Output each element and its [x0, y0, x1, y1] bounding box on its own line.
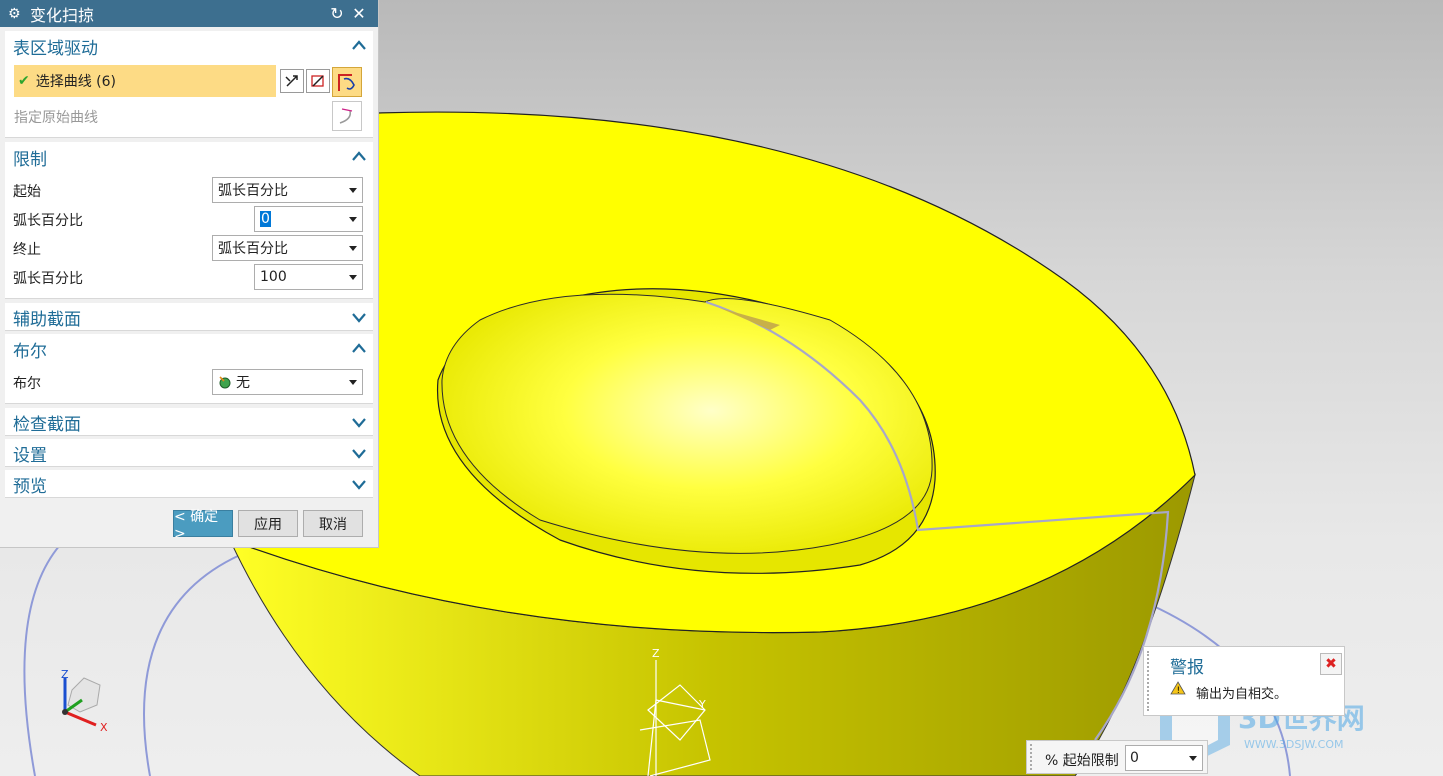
- section-boolean-header[interactable]: 布尔: [5, 334, 373, 364]
- wcs-y-label: Y: [698, 698, 706, 711]
- start-percent-input[interactable]: 0: [254, 206, 363, 232]
- start-percent-value: 0: [260, 211, 271, 227]
- gear-icon: ⚙: [8, 5, 21, 22]
- section-check-section[interactable]: 检查截面: [5, 408, 373, 436]
- end-dropdown[interactable]: 弧长百分比: [212, 235, 363, 261]
- start-limit-input[interactable]: 0: [1125, 745, 1203, 771]
- boolean-dropdown-value: 无: [236, 375, 250, 391]
- chevron-up-icon: [352, 343, 366, 353]
- section-boolean: 布尔 布尔 无: [5, 334, 373, 404]
- section-settings[interactable]: 设置: [5, 439, 373, 467]
- section-limits-title: 限制: [13, 149, 47, 170]
- dialog-titlebar: ⚙ 变化扫掠 ↻ ✕: [0, 0, 378, 27]
- end-percent-label: 弧长百分比: [13, 271, 83, 287]
- status-grip[interactable]: [1030, 744, 1035, 770]
- chevron-up-icon: [352, 151, 366, 161]
- cancel-button[interactable]: 取消: [303, 510, 363, 537]
- alert-title: 警报: [1170, 658, 1204, 678]
- select-curve-label: 选择曲线 (6): [35, 74, 117, 90]
- section-check-section-title: 检查截面: [13, 414, 81, 435]
- section-preview-title: 预览: [13, 476, 47, 497]
- dropdown-arrow-icon: [1189, 756, 1197, 761]
- wcs-z-label: Z: [652, 647, 660, 660]
- start-limit-label: % 起始限制: [1045, 753, 1119, 769]
- dropdown-arrow-icon: [349, 188, 357, 193]
- specify-original-label: 指定原始曲线: [14, 110, 98, 126]
- warning-icon: !: [1170, 681, 1186, 695]
- watermark-url: WWW.3DSJW.COM: [1244, 738, 1344, 751]
- view-triad-x-label: X: [100, 721, 108, 734]
- end-label: 终止: [13, 242, 41, 258]
- section-limits: 限制 起始 弧长百分比 弧长百分比 0 终止 弧长百分比 弧长百分比 100: [5, 142, 373, 299]
- section-limits-header[interactable]: 限制: [5, 142, 373, 172]
- check-icon: ✔: [18, 73, 30, 89]
- section-settings-header[interactable]: 设置: [5, 439, 373, 467]
- chevron-up-icon: [352, 40, 366, 50]
- close-icon[interactable]: ✕: [348, 4, 370, 23]
- end-percent-value: 100: [260, 269, 287, 285]
- curve-filter-icon[interactable]: [306, 69, 330, 93]
- reset-icon[interactable]: ↻: [326, 4, 348, 23]
- alert-close-button[interactable]: ✖: [1320, 653, 1342, 675]
- start-dropdown[interactable]: 弧长百分比: [212, 177, 363, 203]
- start-label: 起始: [13, 184, 41, 200]
- dropdown-arrow-icon: [349, 246, 357, 251]
- start-limit-field: % 起始限制 0: [1026, 740, 1208, 774]
- section-surface-drive: 表区域驱动 ✔ 选择曲线 (6) 指定原始曲线: [5, 31, 373, 138]
- start-dropdown-value: 弧长百分比: [218, 183, 288, 199]
- ok-button[interactable]: < 确定 >: [173, 509, 233, 542]
- section-surface-drive-title: 表区域驱动: [13, 38, 98, 59]
- dialog-title: 变化扫掠: [30, 5, 95, 25]
- alert-grip[interactable]: [1147, 651, 1152, 711]
- section-surface-drive-header[interactable]: 表区域驱动: [5, 31, 373, 61]
- section-check-section-header[interactable]: 检查截面: [5, 408, 373, 436]
- svg-text:!: !: [1177, 686, 1181, 695]
- chevron-down-icon: [352, 480, 366, 490]
- section-aux-section-title: 辅助截面: [13, 309, 81, 330]
- section-aux-section[interactable]: 辅助截面: [5, 303, 373, 331]
- section-curve-icon[interactable]: [332, 67, 362, 97]
- chevron-down-icon: [352, 418, 366, 428]
- start-limit-value: 0: [1130, 750, 1139, 766]
- alert-popup: 警报 ✖ ! 输出为自相交。: [1143, 646, 1345, 716]
- end-percent-input[interactable]: 100: [254, 264, 363, 290]
- original-curve-icon[interactable]: [332, 101, 362, 131]
- section-settings-title: 设置: [13, 445, 47, 466]
- apply-button[interactable]: 应用: [238, 510, 298, 537]
- start-percent-label: 弧长百分比: [13, 213, 83, 229]
- section-aux-section-header[interactable]: 辅助截面: [5, 303, 373, 331]
- chevron-down-icon: [352, 313, 366, 323]
- boolean-none-icon: [219, 376, 231, 389]
- section-preview-header[interactable]: 预览: [5, 470, 373, 498]
- section-boolean-title: 布尔: [13, 341, 47, 362]
- section-preview[interactable]: 预览: [5, 470, 373, 498]
- view-triad-z-label: Z: [61, 668, 69, 681]
- chevron-down-icon: [352, 449, 366, 459]
- select-curve-row[interactable]: ✔ 选择曲线 (6): [14, 65, 276, 97]
- alert-message: 输出为自相交。: [1196, 687, 1288, 702]
- boolean-dropdown[interactable]: 无: [212, 369, 363, 395]
- dropdown-arrow-icon: [349, 380, 357, 385]
- end-dropdown-value: 弧长百分比: [218, 241, 288, 257]
- dropdown-arrow-icon: [349, 275, 357, 280]
- reverse-direction-icon[interactable]: [280, 69, 304, 93]
- view-triad: [62, 677, 101, 727]
- variational-sweep-dialog: ⚙ 变化扫掠 ↻ ✕ 表区域驱动 ✔ 选择曲线 (6) 指定原始曲线 限制 起始…: [0, 0, 379, 548]
- boolean-label: 布尔: [13, 376, 41, 392]
- dropdown-arrow-icon: [349, 217, 357, 222]
